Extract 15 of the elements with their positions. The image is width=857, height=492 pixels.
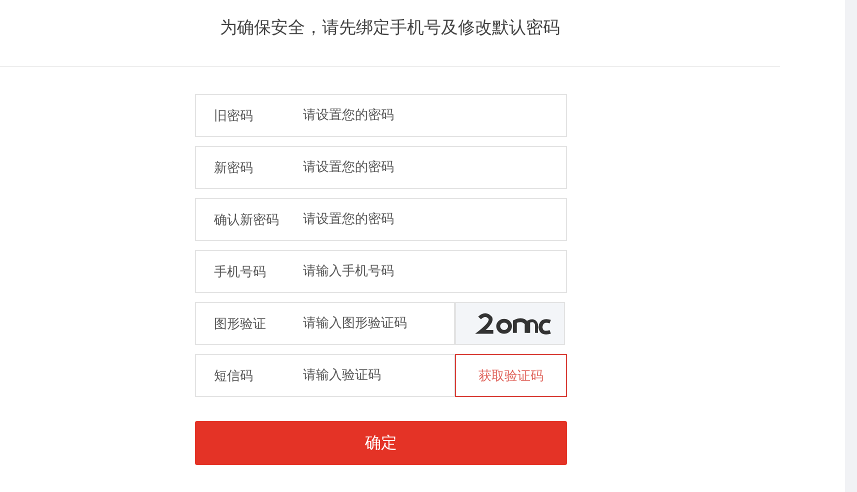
field-label: 手机号码 [214, 264, 267, 280]
input-field[interactable]: 请设置您的密码 [303, 160, 443, 175]
input-field[interactable]: 请输入图形验证码 [303, 316, 443, 331]
page-heading: 为确保安全，请先绑定手机号及修改默认密码 [220, 17, 560, 39]
get-code-button[interactable]: 获取验证码 [455, 354, 567, 397]
input-field[interactable]: 请输入手机号码 [303, 264, 443, 279]
input-field[interactable]: 请输入验证码 [303, 368, 443, 383]
field-label: 新密码 [214, 160, 254, 176]
field-label: 旧密码 [214, 108, 254, 124]
field-label: 图形验证 [214, 316, 267, 332]
input-field[interactable]: 请设置您的密码 [303, 108, 443, 123]
field-label: 确认新密码 [214, 212, 280, 228]
input-field[interactable]: 请设置您的密码 [303, 212, 443, 227]
confirm-button[interactable]: 确定 [195, 421, 567, 465]
field-label: 短信码 [214, 368, 254, 384]
